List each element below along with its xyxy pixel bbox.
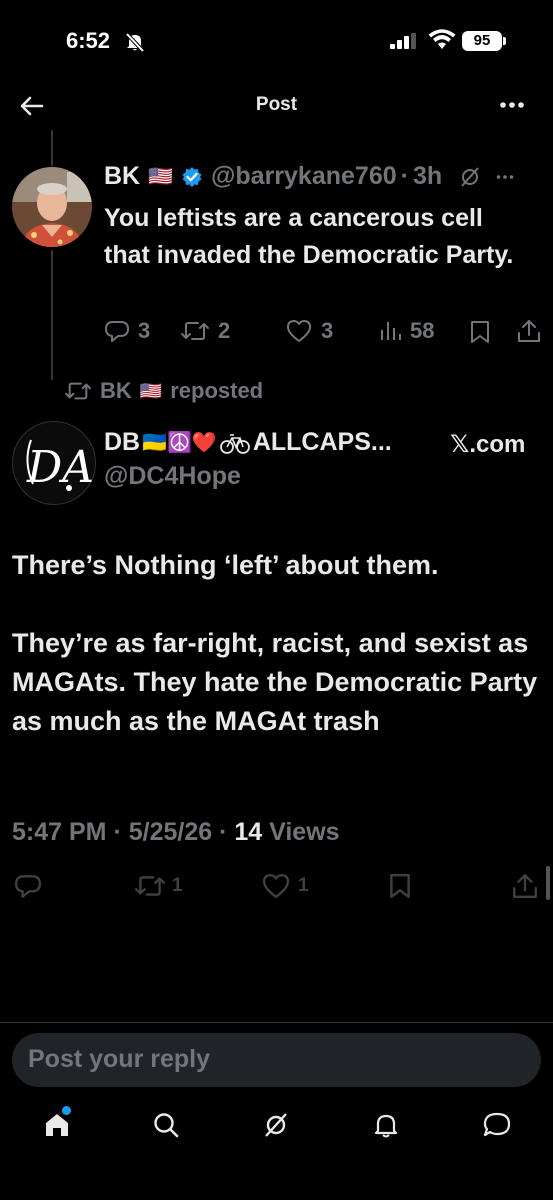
tab-notifications[interactable] [372,1111,400,1139]
post-date: 5/25/26 [128,818,213,846]
analytics-icon [381,322,401,340]
name-emojis: 🇺🇦☮️❤️ [142,432,217,454]
bicycle-icon [219,431,250,455]
reply-count: 3 [138,318,151,343]
views-count[interactable]: 14 [234,818,262,846]
repost-button[interactable]: 1 [134,872,183,900]
tab-search[interactable] [152,1111,180,1139]
post-metadata: 5:47 PM · 5/25/26 · 14 Views [12,818,340,846]
post-paragraph: There’s Nothing ‘left’ about them. [12,550,439,580]
parent-post-header: BK 🇺🇸 @barrykane760 · 3h [104,162,514,191]
bell-icon [374,1114,398,1138]
reposter-name[interactable]: BK [100,378,132,404]
author-name[interactable]: DB 🇺🇦☮️❤️ ALLCAPS... [104,428,392,457]
main-post-text: There’s Nothing ‘left’ about them. They’… [12,546,547,741]
search-icon [154,1113,179,1138]
author-name[interactable]: BK [104,162,140,191]
author-handle[interactable]: @DC4Hope [104,462,241,491]
bookmark-button[interactable] [469,319,491,345]
source-link[interactable]: 𝕏.com [450,430,525,459]
reply-button[interactable] [14,872,42,900]
bell-muted-icon [124,31,146,53]
reply-icon [14,875,42,898]
thread-line [51,250,53,380]
views-button[interactable]: 58 [378,318,434,344]
chat-bubble-icon [483,1112,511,1137]
divider [0,1022,553,1023]
like-count: 3 [321,318,334,343]
bookmark-icon [471,321,489,343]
repost-button[interactable]: 2 [180,318,230,344]
notification-dot [62,1106,71,1115]
more-options-button[interactable] [497,94,527,116]
thread-line [51,130,53,166]
avatar[interactable]: DA [12,421,96,505]
post-time: 5:47 PM [12,818,107,846]
battery-indicator: 95 [462,31,502,51]
repost-count: 1 [172,875,183,896]
tab-home[interactable] [43,1111,71,1139]
home-icon [46,1114,68,1136]
repost-count: 2 [218,318,231,343]
separator: · [400,162,409,190]
reposted-text: reposted [170,378,264,403]
heart-icon [287,320,311,342]
grok-icon[interactable] [458,165,482,189]
repost-icon [134,876,166,896]
post-paragraph: They’re as far-right, racist, and sexist… [12,628,538,736]
wifi-icon [428,29,456,51]
share-icon [513,874,537,898]
flag-emoji: 🇺🇸 [139,380,163,401]
tab-messages[interactable] [482,1111,512,1139]
name-suffix: ALLCAPS... [252,428,392,456]
flag-emoji: 🇺🇸 [148,166,174,188]
repost-label: BK 🇺🇸 reposted [64,378,263,404]
views-label: Views [269,818,340,846]
like-button[interactable]: 3 [285,318,333,344]
cellular-signal-icon [390,33,420,49]
parent-post-text: You leftists are a cancerous cell that i… [104,204,514,269]
post-time: 3h [412,162,443,190]
share-icon [518,320,540,342]
verified-badge-icon [181,166,203,188]
author-handle[interactable]: @barrykane760 [211,162,397,191]
name-prefix: DB [104,428,141,456]
share-button[interactable] [516,318,542,344]
reply-placeholder: Post your reply [28,1045,210,1073]
status-time: 6:52 [66,28,111,53]
like-button[interactable]: 1 [260,872,309,900]
scrollbar[interactable] [546,866,550,900]
heart-icon [262,874,290,898]
avatar[interactable] [12,167,92,247]
bookmark-icon [390,874,410,898]
reply-icon [105,321,129,342]
page-title: Post [255,94,298,115]
repost-icon [181,322,209,340]
avatar-monogram: DA [26,442,94,493]
share-button[interactable] [511,872,539,900]
tab-grok[interactable] [262,1111,290,1139]
grok-icon [265,1113,287,1137]
reply-button[interactable]: 3 [104,318,150,344]
more-dots-icon[interactable] [496,173,514,181]
bookmark-button[interactable] [388,872,412,900]
more-dots-icon [500,102,524,108]
repost-icon [64,382,92,400]
views-count: 58 [410,318,435,343]
battery-nub [503,37,506,45]
like-count: 1 [298,875,309,896]
